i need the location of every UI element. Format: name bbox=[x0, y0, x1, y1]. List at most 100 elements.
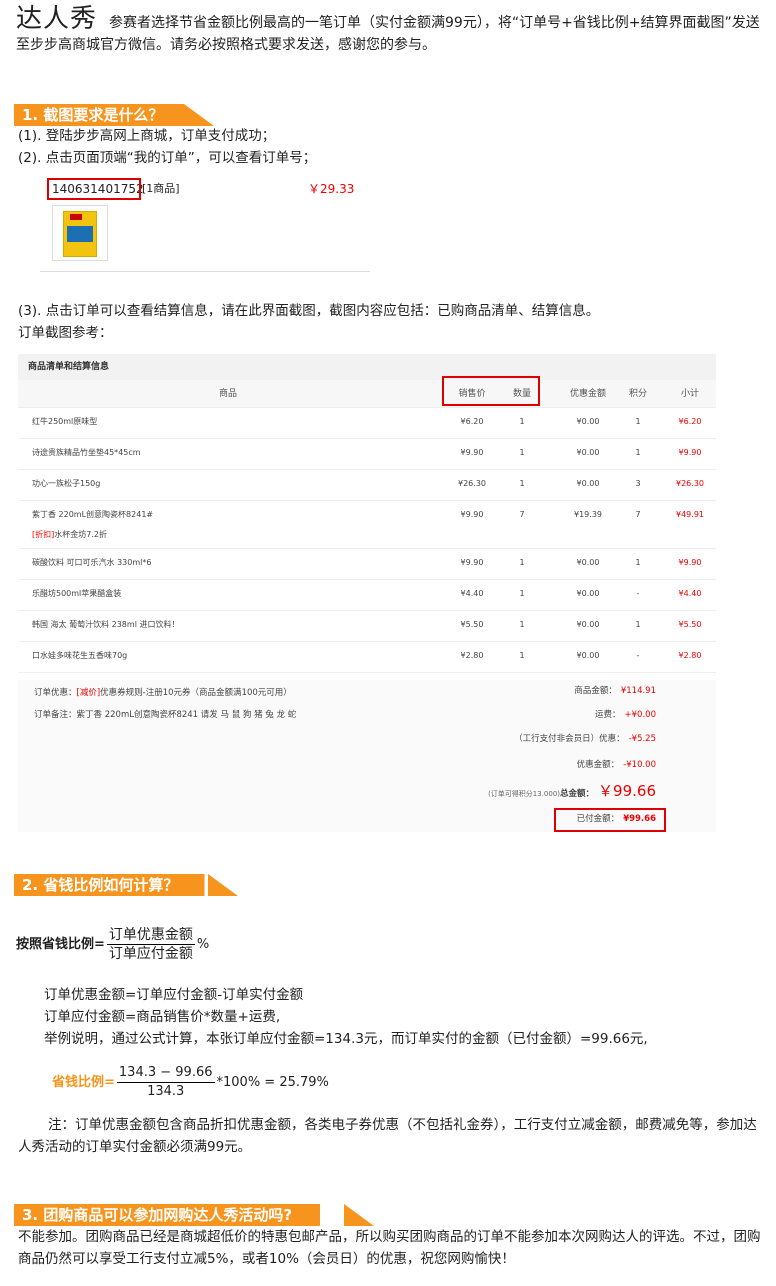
table-row: 乐醋坊500ml苹果醋盒装 ¥4.40 1 ¥0.00 - ¥4.40 bbox=[18, 580, 716, 611]
promo-text: 水杯金坊7.2折 bbox=[54, 530, 107, 539]
promo-tag: [折扣] bbox=[32, 530, 55, 539]
example-label: 省钱比例= bbox=[52, 1075, 115, 1090]
table-row: 红牛250ml原味型 ¥6.20 1 ¥0.00 1 ¥6.20 bbox=[18, 408, 716, 439]
discount-cell: ¥0.00 bbox=[576, 417, 600, 426]
points-cell: - bbox=[636, 651, 640, 660]
section3-body: 不能参加。团购商品已经是商城超低价的特惠包邮产品，所以购买团购商品的订单不能参加… bbox=[18, 1229, 761, 1267]
subtotal-cell: ¥49.91 bbox=[676, 510, 704, 519]
price-cell: ¥26.30 bbox=[458, 479, 486, 488]
qty-cell: 1 bbox=[519, 417, 525, 426]
order-item-count: [1商品] bbox=[142, 182, 180, 195]
product-name[interactable]: 乐醋坊500ml苹果醋盒装 bbox=[32, 580, 121, 608]
col-subtotal: 小计 bbox=[680, 389, 699, 399]
table-row: 紫丁香 220mL创意陶瓷杯8241# ¥9.90 7 ¥19.39 7 ¥49.91 [折… bbox=[18, 501, 716, 549]
def-line2: 订单应付金额=商品销售价*数量+运费, bbox=[44, 1009, 281, 1025]
qty-cell: 1 bbox=[519, 620, 525, 629]
example-result: *100% = 25.79% bbox=[216, 1075, 329, 1090]
order-amount: ￥29.33 bbox=[308, 182, 355, 196]
qty-cell: 1 bbox=[519, 558, 525, 567]
order-number-highlight bbox=[47, 178, 141, 200]
intro-paragraph: 达人秀 参赛者选择节省金额比例最高的一笔订单（实付金额满99元），将“订单号+省钱… bbox=[16, 6, 766, 56]
qty-cell: 1 bbox=[519, 448, 525, 457]
subtotal-cell: ¥5.50 bbox=[678, 620, 702, 629]
section1-title: 1. 截图要求是什么？ bbox=[22, 106, 164, 124]
subtotal-cell: ¥9.90 bbox=[678, 558, 702, 567]
product-name[interactable]: 韩国 海太 葡萄汁饮料 238ml 进口饮料！ bbox=[32, 611, 179, 639]
points-cell: 7 bbox=[635, 510, 641, 519]
col-discount: 优惠金额 bbox=[569, 389, 606, 399]
ratio-label: 按照省钱比例= bbox=[16, 937, 105, 952]
product-name[interactable]: 功心一族松子150g bbox=[32, 470, 100, 498]
order-note-text: 紫丁香 220mL创意陶瓷杯8241 请发 马 鼠 狗 猪 兔 龙 蛇 bbox=[76, 710, 297, 720]
summary-shipping: 运费： +¥0.00 bbox=[595, 710, 656, 720]
example-fraction: 134.3 − 99.66 134.3 bbox=[116, 1065, 215, 1099]
table-row: 碳酸饮料 可口可乐汽水 330ml*6 ¥9.90 1 ¥0.00 1 ¥9.90 bbox=[18, 549, 716, 580]
summary-goods: 商品金额： ¥114.91 bbox=[574, 686, 656, 696]
section3-header: 3. 团购商品可以参加网购达人秀活动吗? bbox=[14, 1204, 374, 1226]
order-note-line: 订单备注：紫丁香 220mL创意陶瓷杯8241 请发 马 鼠 狗 猪 兔 龙 蛇 bbox=[34, 708, 296, 720]
step3-text: (3). 点击订单可以查看结算信息，请在此界面截图，截图内容应包括：已购商品清单… bbox=[18, 303, 600, 319]
table-header-row: 商品 销售价 数量 优惠金额 积分 小计 bbox=[18, 376, 716, 408]
col-product: 商品 bbox=[218, 389, 237, 399]
example-formula: 省钱比例= 134.3 − 99.66 134.3 *100% = 25.79% bbox=[52, 1064, 329, 1101]
discount-cell: ¥0.00 bbox=[576, 589, 600, 598]
reference-label: 订单截图参考： bbox=[18, 325, 113, 341]
product-name[interactable]: 红牛250ml原味型 bbox=[32, 408, 97, 436]
points-cell: 1 bbox=[635, 558, 641, 567]
section2-header: 2. 省钱比例如何计算？ bbox=[14, 874, 238, 896]
subtotal-cell: ¥9.90 bbox=[678, 448, 702, 457]
discount-cell: ¥19.39 bbox=[574, 510, 602, 519]
product-name[interactable]: 口水娃多味花生五香味70g bbox=[32, 642, 127, 670]
intro-text: 参赛者选择节省金额比例最高的一笔订单（实付金额满99元），将“订单号+省钱比例+… bbox=[16, 15, 760, 53]
paid-amount-highlight bbox=[554, 808, 666, 832]
order-summary: 订单优惠：[减价]优惠券规则-注册10元券（商品金额满100元可用） 订单备注：… bbox=[18, 680, 716, 832]
price-cell: ¥9.90 bbox=[460, 558, 484, 567]
product-name[interactable]: 碳酸饮料 可口可乐汽水 330ml*6 bbox=[32, 549, 151, 577]
table-row: 韩国 海太 葡萄汁饮料 238ml 进口饮料！ ¥5.50 1 ¥0.00 1 ¥5.50 bbox=[18, 611, 716, 642]
order-sample-panel: 140631401752 [1商品] ￥29.33 bbox=[40, 176, 370, 272]
table-row: 口水娃多味花生五香味70g ¥2.80 1 ¥0.00 - ¥2.80 bbox=[18, 642, 716, 673]
promo-line: [折扣]水杯金坊7.2折 bbox=[32, 521, 107, 549]
subtotal-cell: ¥26.30 bbox=[676, 479, 704, 488]
discount-cell: ¥0.00 bbox=[576, 479, 600, 488]
section3-title: 3. 团购商品可以参加网购达人秀活动吗? bbox=[22, 1206, 293, 1224]
def-line3: 举例说明，通过公式计算，本张订单应付金额=134.3元，而订单实付的金额（已付金… bbox=[44, 1031, 648, 1047]
price-cell: ¥6.20 bbox=[460, 417, 484, 426]
product-name[interactable]: 诗途贵族精品竹坐垫45*45cm bbox=[32, 439, 141, 467]
qty-cell: 1 bbox=[519, 479, 525, 488]
table-title: 商品清单和结算信息 bbox=[18, 354, 716, 380]
discount-cell: ¥0.00 bbox=[576, 448, 600, 457]
price-cell: ¥9.90 bbox=[460, 448, 484, 457]
ratio-formula: 按照省钱比例= 订单优惠金额 订单应付金额% bbox=[16, 927, 210, 962]
order-promo-text: 优惠券规则-注册10元券（商品金额满100元可用） bbox=[100, 688, 292, 698]
qty-cell: 7 bbox=[519, 510, 525, 519]
subtotal-cell: ¥6.20 bbox=[678, 417, 702, 426]
price-cell: ¥5.50 bbox=[460, 620, 484, 629]
subtotal-cell: ¥2.80 bbox=[678, 651, 702, 660]
def-line1: 订单优惠金额=订单应付金额-订单实付金额 bbox=[44, 987, 304, 1003]
price-qty-highlight bbox=[442, 376, 540, 406]
price-cell: ¥9.90 bbox=[460, 510, 484, 519]
subtotal-cell: ¥4.40 bbox=[678, 589, 702, 598]
brand-title: 达人秀 bbox=[16, 4, 98, 34]
points-cell: 1 bbox=[635, 417, 641, 426]
section2-title: 2. 省钱比例如何计算？ bbox=[22, 876, 179, 894]
step2-text: (2). 点击页面顶端“我的订单”，可以查看订单号； bbox=[18, 150, 317, 166]
summary-icbc-discount: （工行支付非会员日）优惠： -¥5.25 bbox=[514, 734, 656, 744]
product-thumbnail[interactable] bbox=[52, 205, 108, 261]
discount-cell: ¥0.00 bbox=[576, 620, 600, 629]
qty-cell: 1 bbox=[519, 651, 525, 660]
price-cell: ¥2.80 bbox=[460, 651, 484, 660]
order-promo-label: 订单优惠： bbox=[34, 688, 77, 698]
section1-header: 1. 截图要求是什么？ bbox=[14, 104, 214, 126]
step1-text: (1). 登陆步步高网上商城，订单支付成功； bbox=[18, 128, 276, 144]
points-cell: - bbox=[636, 589, 640, 598]
qty-cell: 1 bbox=[519, 589, 525, 598]
price-cell: ¥4.40 bbox=[460, 589, 484, 598]
order-promo-line: 订单优惠：[减价]优惠券规则-注册10元券（商品金额满100元可用） bbox=[34, 686, 292, 698]
order-detail-table: 商品清单和结算信息 商品 销售价 数量 优惠金额 积分 小计 红牛250ml原味… bbox=[18, 354, 716, 673]
table-row: 诗途贵族精品竹坐垫45*45cm ¥9.90 1 ¥0.00 1 ¥9.90 bbox=[18, 439, 716, 470]
discount-cell: ¥0.00 bbox=[576, 651, 600, 660]
summary-discount: 优惠金额： -¥10.00 bbox=[576, 760, 656, 770]
points-cell: 1 bbox=[635, 620, 641, 629]
